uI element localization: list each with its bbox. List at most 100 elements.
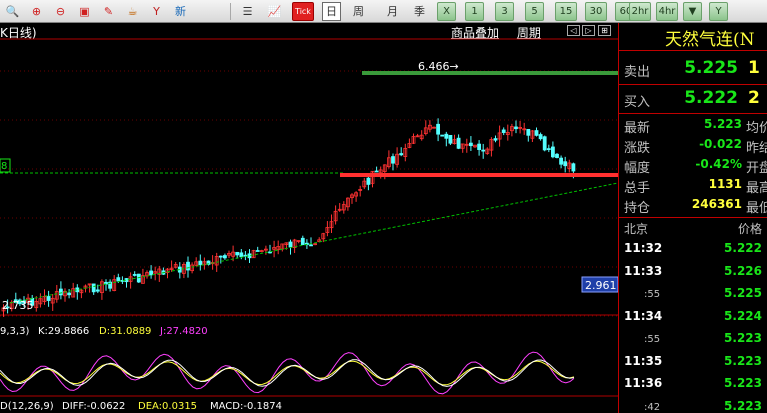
new-icon[interactable]: 新: [171, 2, 190, 21]
tick-price: 5.223: [724, 331, 762, 345]
candle-body: [477, 143, 482, 151]
search-icon[interactable]: 🔍: [3, 2, 22, 21]
candle-body: [436, 123, 441, 135]
trend-icon[interactable]: 📈: [265, 2, 284, 21]
low-label: 2.735: [2, 299, 34, 312]
kdj-j-line: [0, 351, 575, 395]
tick-time: :42: [644, 401, 661, 413]
stat-value: -0.42%: [695, 157, 742, 171]
zoom-out-icon[interactable]: ⊖: [51, 2, 70, 21]
kdj-k: K:29.8866: [38, 326, 89, 337]
ticks-header-price: 价格: [737, 222, 762, 236]
candle-body: [391, 156, 395, 164]
stat-value: 1131: [708, 177, 742, 191]
support-line: [340, 173, 618, 177]
tick-price: 5.223: [724, 353, 762, 368]
tick-price: 5.225: [724, 286, 762, 300]
macd-dea: DEA:0.0315: [138, 401, 197, 412]
period-season-button[interactable]: 季: [410, 2, 429, 21]
period-week-button[interactable]: 周: [349, 2, 368, 21]
stat-value: 246361: [691, 197, 742, 211]
kdj-d: D:31.0889: [99, 326, 151, 337]
stat-value: -0.022: [699, 137, 742, 151]
ticks-header: 北京 价格: [619, 220, 767, 236]
minute-3-button[interactable]: 3: [495, 2, 514, 21]
candle-body: [366, 177, 371, 185]
tick-time: 11:36: [624, 376, 663, 390]
candle-body: [526, 128, 531, 136]
ma-line: [9, 182, 618, 304]
macd-diff: DIFF:-0.0622: [62, 401, 125, 412]
candle-body: [288, 241, 293, 248]
candle-body: [186, 261, 190, 271]
period-month-button[interactable]: 月: [383, 2, 402, 21]
sell-qty: 1: [748, 58, 760, 78]
toolbar-separator: [230, 3, 231, 20]
candle-body: [374, 170, 379, 173]
period-4hr-button[interactable]: 4hr: [656, 2, 678, 21]
tick-row: :42 5.223: [619, 399, 767, 413]
tick-time: :55: [644, 289, 661, 300]
minute-15-button[interactable]: 15: [555, 2, 577, 21]
ticks-header-time: 北京: [624, 222, 649, 236]
left-value-tag: 8: [1, 161, 7, 172]
stat-extra-label: 昨结: [746, 141, 767, 156]
candle-body: [255, 250, 260, 252]
minute-5-button[interactable]: 5: [525, 2, 544, 21]
price-tag: 2.961: [585, 279, 617, 292]
filter-icon[interactable]: Y: [147, 2, 166, 21]
year-button[interactable]: Y: [709, 2, 728, 21]
minute-1-button[interactable]: 1: [465, 2, 484, 21]
tick-price: 5.222: [724, 241, 762, 255]
candle-body: [514, 126, 518, 130]
buy-price: 5.222: [684, 88, 738, 108]
stat-label: 持仓: [624, 201, 651, 216]
quote-panel: 天然气连(N 卖出 5.225 1 买入 5.222 2 最新 5.223 均价 涨跌…: [618, 23, 767, 413]
zoom-in-icon[interactable]: ⊕: [27, 2, 46, 21]
stat-label: 总手: [624, 181, 651, 196]
candle-body: [468, 142, 473, 147]
candle-body: [563, 161, 568, 167]
divider: [619, 84, 767, 85]
stat-row: 幅度 -0.42% 开盘: [619, 157, 767, 176]
stat-value: 5.223: [704, 117, 742, 131]
tick-row: :55 5.225: [619, 286, 767, 304]
period-2hr-button[interactable]: 2hr: [629, 2, 651, 21]
candle-body: [555, 153, 559, 158]
window-icon[interactable]: ▣: [75, 2, 94, 21]
candle-body: [542, 136, 547, 151]
draw-pen-icon[interactable]: ✎: [99, 2, 118, 21]
tick-price: 5.223: [724, 398, 762, 413]
tick-row: 11:33 5.226: [619, 264, 767, 282]
macd-value: MACD:-0.1874: [210, 401, 282, 412]
stat-row: 总手 1131 最高: [619, 177, 767, 196]
dropdown-icon[interactable]: ▼: [683, 2, 702, 21]
tick-time: 11:35: [624, 353, 663, 368]
candle-body: [440, 134, 445, 137]
cup-icon[interactable]: ☕: [123, 2, 142, 21]
stat-row: 最新 5.223 均价: [619, 117, 767, 136]
period-day-button[interactable]: 日: [322, 2, 341, 21]
candle-body: [95, 289, 100, 292]
tick-row: 11:36 5.223: [619, 376, 767, 394]
candle-body: [456, 137, 461, 149]
candle-body: [551, 146, 555, 158]
sell-price: 5.225: [684, 58, 738, 78]
resistance-line: [362, 71, 618, 75]
candle-body: [218, 255, 223, 258]
list-icon[interactable]: ☰: [238, 2, 257, 21]
kline-chart[interactable]: K日线) 商品叠加 周期 ◁ ▷ ⊞ 6.466→ 2.735 8 2.961 9,3,…: [0, 23, 618, 413]
candle-body: [571, 163, 576, 172]
tick-price: 5.223: [724, 376, 762, 390]
kdj-params: 9,3,3): [0, 326, 29, 337]
tick-row: :55 5.223: [619, 331, 767, 349]
tick-button[interactable]: Tick: [292, 2, 314, 21]
candle-body: [538, 134, 543, 140]
candle-body: [399, 153, 404, 156]
sell-row: 卖出 5.225 1: [619, 58, 767, 81]
candle-body: [501, 129, 506, 133]
candle-body: [481, 149, 486, 152]
tick-price: 5.224: [724, 308, 762, 323]
period-x-button[interactable]: X: [437, 2, 456, 21]
minute-30-button[interactable]: 30: [585, 2, 607, 21]
